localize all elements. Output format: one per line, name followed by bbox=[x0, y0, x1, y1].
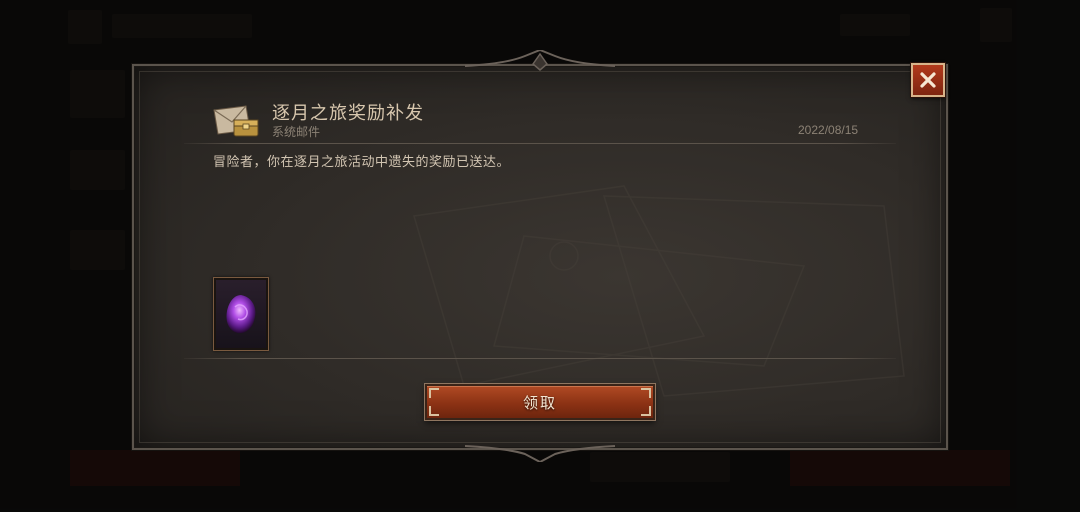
claim-button[interactable]: 领取 bbox=[425, 384, 655, 420]
mail-envelope-icon bbox=[213, 105, 259, 137]
mail-body-text: 冒险者，你在逐月之旅活动中遗失的奖励已送达。 bbox=[213, 155, 511, 170]
mail-sender: 系统邮件 bbox=[272, 125, 321, 139]
button-corner-ornament bbox=[641, 388, 651, 398]
header-divider bbox=[184, 143, 896, 144]
mail-title: 逐月之旅奖励补发 bbox=[272, 103, 424, 124]
top-ornament bbox=[465, 50, 615, 71]
close-button[interactable] bbox=[911, 63, 945, 97]
bottom-ornament bbox=[465, 445, 615, 462]
button-corner-ornament bbox=[429, 388, 439, 398]
footer-divider bbox=[184, 358, 896, 359]
reward-item[interactable] bbox=[213, 277, 269, 351]
mail-date: 2022/08/15 bbox=[798, 123, 859, 137]
button-corner-ornament bbox=[641, 406, 651, 416]
button-corner-ornament bbox=[429, 406, 439, 416]
purple-gem-icon bbox=[226, 295, 256, 334]
parchment-texture bbox=[413, 185, 905, 397]
close-icon bbox=[920, 72, 936, 88]
claim-button-label: 领取 bbox=[522, 393, 557, 412]
